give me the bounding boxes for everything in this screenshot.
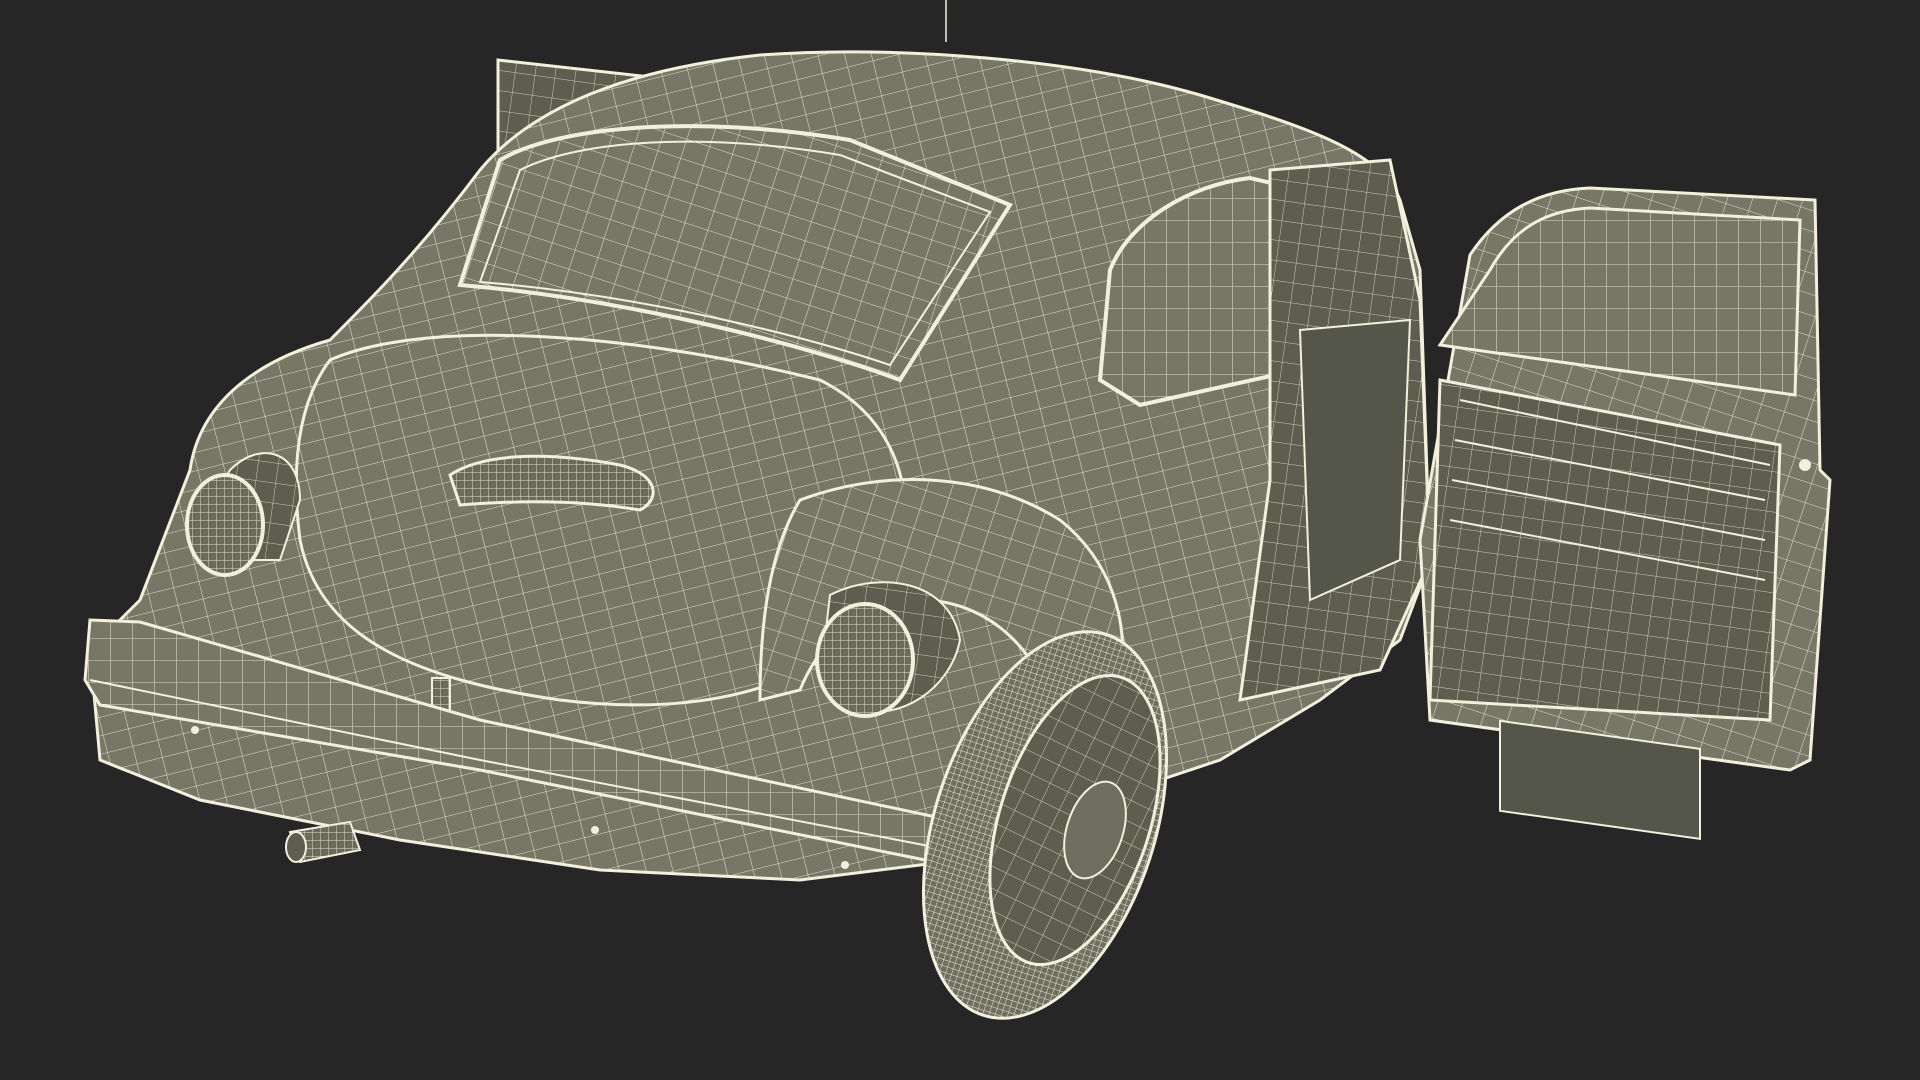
engine-vent [448,454,655,512]
door-opening [1238,158,1432,702]
wireframe-car-render [83,0,1832,1020]
door-hinge [1799,459,1811,471]
exhaust-pipe [285,820,362,864]
render-viewport [0,0,1920,1080]
front-door-right-open [1418,186,1832,841]
